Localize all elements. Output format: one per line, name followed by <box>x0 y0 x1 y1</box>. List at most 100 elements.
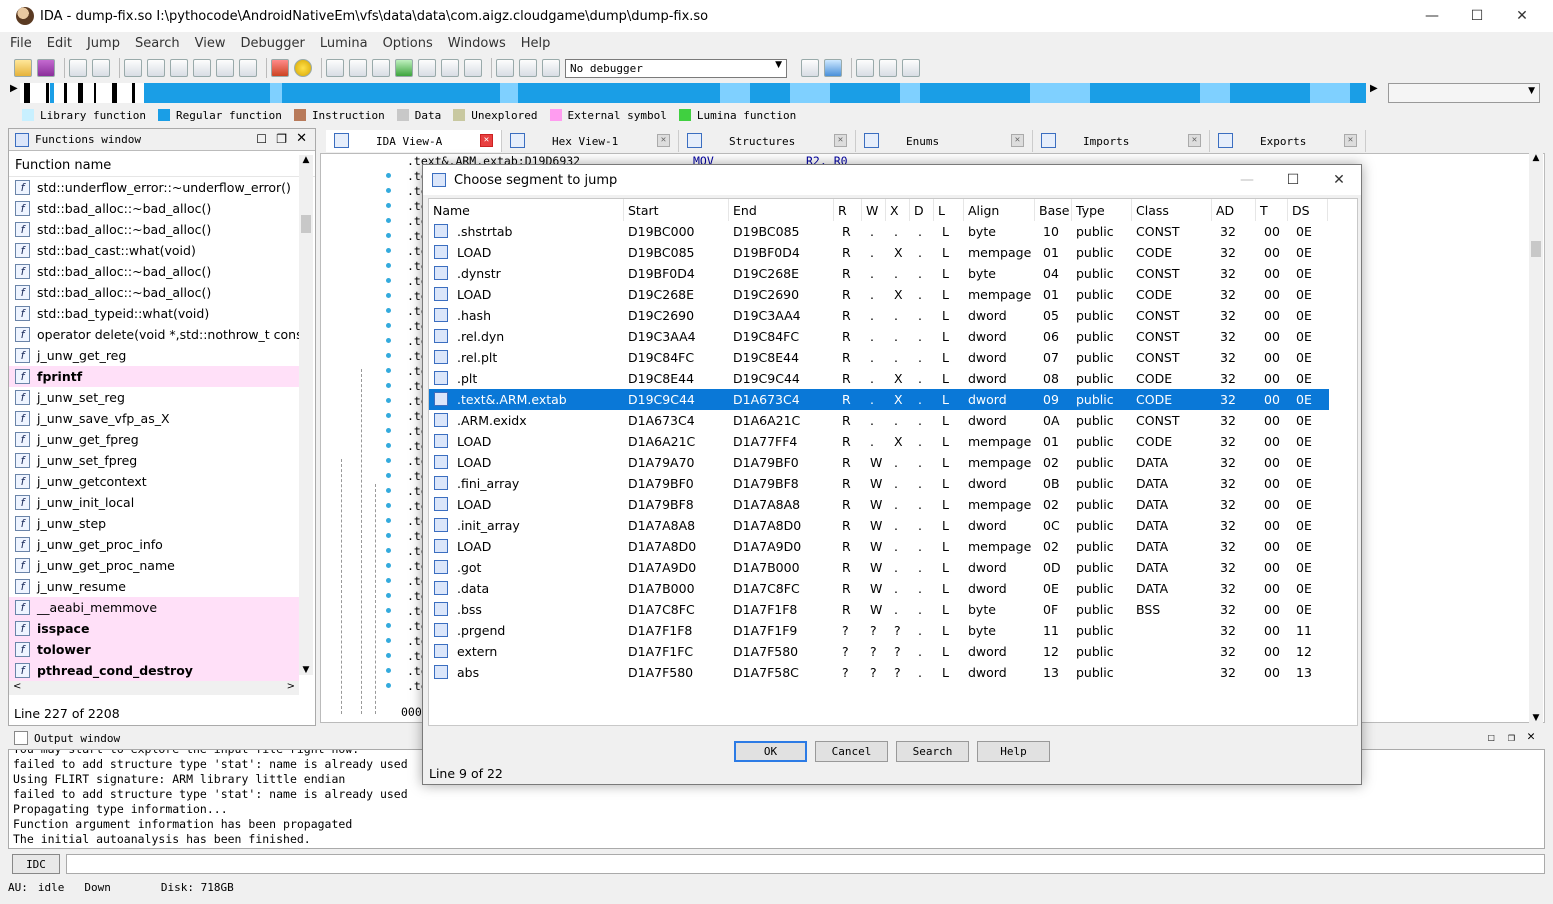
segment-row[interactable]: .shstrtab D19BC000 D19BC085 R... Lbyte 10 publ… <box>429 221 1329 242</box>
segment-row[interactable]: .hash D19C2690 D19C3AA4 R... Ldword 05 public C… <box>429 305 1329 326</box>
function-row[interactable]: f j_unw_set_reg <box>9 387 299 408</box>
command-input[interactable] <box>66 854 1545 874</box>
cross-icon[interactable] <box>464 59 482 77</box>
attach-icon[interactable] <box>801 59 819 77</box>
undefine-icon[interactable] <box>372 59 390 77</box>
menu-options[interactable]: Options <box>383 36 433 51</box>
open-icon[interactable] <box>14 59 32 77</box>
add-function-icon[interactable] <box>395 59 413 77</box>
segment-row[interactable]: .got D1A7A9D0 D1A7B000 R W.. Ldword 0D public DA… <box>429 557 1329 578</box>
tab-close-icon[interactable]: ✕ <box>834 134 847 147</box>
breakpoint-dot[interactable] <box>386 443 391 448</box>
function-row[interactable]: f operator delete(void *,std::nothrow_t c… <box>9 324 299 345</box>
column-header-x[interactable]: X <box>886 199 910 221</box>
pause-icon[interactable] <box>519 59 537 77</box>
breakpoint-dot[interactable] <box>386 623 391 628</box>
breakpoint-dot[interactable] <box>386 533 391 538</box>
breakpoint-dot[interactable] <box>386 413 391 418</box>
function-row[interactable]: f j_unw_save_vfp_as_X <box>9 408 299 429</box>
patch-icon[interactable] <box>441 59 459 77</box>
breakpoint-dot[interactable] <box>386 593 391 598</box>
function-row[interactable]: f std::bad_cast::what(void) <box>9 240 299 261</box>
function-row[interactable]: f j_unw_get_proc_info <box>9 534 299 555</box>
breakpoint-dot[interactable] <box>386 608 391 613</box>
breakpoint-dot[interactable] <box>386 398 391 403</box>
stop-icon[interactable] <box>542 59 560 77</box>
functions-vertical-scrollbar[interactable]: ▲ ▼ <box>299 155 313 675</box>
column-header-ad[interactable]: AD <box>1212 199 1256 221</box>
breakpoint-dot[interactable] <box>386 548 391 553</box>
segment-row[interactable]: abs D1A7F580 D1A7F58C???. Ldword 13 public 32 0… <box>429 662 1329 683</box>
close-button[interactable]: ✕ <box>1499 0 1545 32</box>
ida-view-scrollbar[interactable]: ▲ ▼ <box>1529 153 1543 723</box>
menu-search[interactable]: Search <box>135 36 180 51</box>
breakpoint-dot[interactable] <box>386 428 391 433</box>
binary-icon[interactable] <box>124 59 142 77</box>
maximize-button[interactable]: ☐ <box>1454 0 1500 32</box>
function-row[interactable]: f pthread_cond_destroy <box>9 660 299 681</box>
breakpoint-dot[interactable] <box>386 683 391 688</box>
close-panel-icon[interactable]: ✕ <box>296 131 307 146</box>
step-icon[interactable] <box>879 59 897 77</box>
segment-row[interactable]: .rel.plt D19C84FC D19C8E44 R... Ldword 07 publ… <box>429 347 1329 368</box>
menu-lumina[interactable]: Lumina <box>320 36 368 51</box>
breakpoint-dot[interactable] <box>386 458 391 463</box>
function-row[interactable]: f j_unw_resume <box>9 576 299 597</box>
dialog-close-button[interactable]: ✕ <box>1316 165 1362 195</box>
column-header-name[interactable]: Name <box>429 199 624 221</box>
close-panel-icon[interactable]: ✕ <box>1527 729 1535 744</box>
breakpoint-dot[interactable] <box>386 368 391 373</box>
breakpoint-dot[interactable] <box>386 233 391 238</box>
binary-search-icon[interactable] <box>170 59 188 77</box>
function-row[interactable]: f j_unw_get_reg <box>9 345 299 366</box>
nav-dropdown[interactable]: ▼ <box>1388 83 1540 103</box>
breakpoint-dot[interactable] <box>386 563 391 568</box>
data-icon[interactable] <box>349 59 367 77</box>
column-header-class[interactable]: Class <box>1132 199 1212 221</box>
navigation-band[interactable] <box>20 83 1366 103</box>
breakpoint-dot[interactable] <box>386 473 391 478</box>
segment-row[interactable]: .rel.dyn D19C3AA4 D19C84FC R... Ldword 06 publ… <box>429 326 1329 347</box>
function-row[interactable]: f std::bad_alloc::~bad_alloc() <box>9 261 299 282</box>
breakpoint-dot[interactable] <box>386 353 391 358</box>
breakpoint-dot[interactable] <box>386 668 391 673</box>
debugger-select[interactable]: No debugger ▼ <box>565 58 787 78</box>
segment-row[interactable]: LOAD D1A7A8D0 D1A7A9D0 R W.. Lmempage 02 public… <box>429 536 1329 557</box>
dialog-maximize-button[interactable]: ☐ <box>1270 165 1316 195</box>
breakpoint-dot[interactable] <box>386 488 391 493</box>
tab-close-icon[interactable]: ✕ <box>1344 134 1357 147</box>
code-icon[interactable] <box>326 59 344 77</box>
function-row[interactable]: f std::bad_typeid::what(void) <box>9 303 299 324</box>
segment-row[interactable]: LOAD D19BC085 D19BF0D4 R. X. Lmempage 01 public… <box>429 242 1329 263</box>
function-row[interactable]: f j_unw_getcontext <box>9 471 299 492</box>
breakpoint-dot[interactable] <box>386 188 391 193</box>
breakpoint-dot[interactable] <box>386 263 391 268</box>
tab-hex-view-1[interactable]: Hex View-1 ✕ <box>502 130 679 152</box>
tab-enums[interactable]: Enums ✕ <box>856 130 1033 152</box>
column-header-l[interactable]: L <box>934 199 964 221</box>
jump-icon[interactable] <box>193 59 211 77</box>
menu-help[interactable]: Help <box>521 36 551 51</box>
search-button[interactable]: Search <box>896 741 969 762</box>
segment-row[interactable]: .ARM.exidx D1A673C4 D1A6A21C R... Ldword 0A pu… <box>429 410 1329 431</box>
segment-row[interactable]: extern D1A7F1FC D1A7F580???. Ldword 12 public… <box>429 641 1329 662</box>
function-row[interactable]: f tolower <box>9 639 299 660</box>
breakpoint-dot[interactable] <box>386 323 391 328</box>
menu-edit[interactable]: Edit <box>47 36 72 51</box>
breakpoint-dot[interactable] <box>386 218 391 223</box>
lumina-icon[interactable] <box>294 59 312 77</box>
menu-debugger[interactable]: Debugger <box>240 36 304 51</box>
segment-row[interactable]: .prgend D1A7F1F8 D1A7F1F9???. Lbyte 11 public… <box>429 620 1329 641</box>
graph-icon[interactable] <box>271 59 289 77</box>
column-header-w[interactable]: W <box>862 199 886 221</box>
column-header-d[interactable]: D <box>910 199 934 221</box>
down-arrow-icon[interactable] <box>216 59 234 77</box>
segment-row[interactable]: LOAD D1A6A21C D1A77FF4 R. X. Lmempage 01 public… <box>429 431 1329 452</box>
function-row[interactable]: f j_unw_step <box>9 513 299 534</box>
tools-icon[interactable] <box>902 59 920 77</box>
breakpoint-dot[interactable] <box>386 203 391 208</box>
float-panel-icon[interactable]: ❐ <box>276 132 287 146</box>
function-row[interactable]: f std::bad_alloc::~bad_alloc() <box>9 198 299 219</box>
debug-options-icon[interactable] <box>824 59 842 77</box>
column-header-type[interactable]: Type <box>1072 199 1132 221</box>
